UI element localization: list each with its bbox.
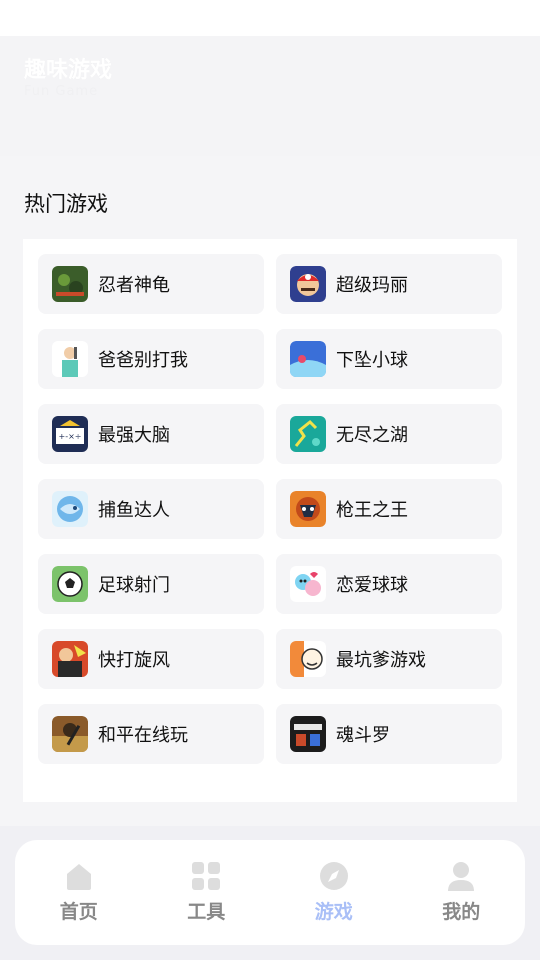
game-name: 恋爱球球 xyxy=(336,575,408,596)
tab-bar: 首页 工具 游戏 我的 xyxy=(15,840,525,945)
game-grid: 忍者神龟 超级玛丽爸爸别打我 下坠小球 +-×÷ 最强大脑 无尽之湖捕鱼达人 枪王之王足球射… xyxy=(38,254,502,764)
tab-tools-grid[interactable]: 工具 xyxy=(156,861,256,924)
game-card[interactable]: 无尽之湖 xyxy=(276,404,502,464)
status-bar xyxy=(0,0,540,36)
game-name: 和平在线玩 xyxy=(98,725,188,746)
banner: 趣味游戏 Fun Game xyxy=(0,36,540,156)
game-panel: 忍者神龟 超级玛丽爸爸别打我 下坠小球 +-×÷ 最强大脑 无尽之湖捕鱼达人 枪王之王足球射… xyxy=(23,239,517,802)
home-icon xyxy=(64,861,94,891)
game-card[interactable]: 足球射门 xyxy=(38,554,264,614)
game-name: 下坠小球 xyxy=(336,350,408,371)
banner-subtitle: Fun Game xyxy=(24,84,99,99)
game-name: 爸爸别打我 xyxy=(98,350,188,371)
game-name: 最坑爹游戏 xyxy=(336,650,426,671)
game-card[interactable]: 和平在线玩 xyxy=(38,704,264,764)
peace-online-icon xyxy=(52,716,88,752)
tab-compass[interactable]: 游戏 xyxy=(284,861,384,924)
tab-label: 首页 xyxy=(59,901,98,923)
game-name: 枪王之王 xyxy=(336,500,408,521)
compass-icon xyxy=(319,861,349,891)
game-card[interactable]: 捕鱼达人 xyxy=(38,479,264,539)
game-name: 超级玛丽 xyxy=(336,275,408,296)
game-name: 捕鱼达人 xyxy=(98,500,170,521)
game-name: 忍者神龟 xyxy=(98,275,170,296)
soccer-shot-icon xyxy=(52,566,88,602)
game-card[interactable]: 枪王之王 xyxy=(276,479,502,539)
tab-user[interactable]: 我的 xyxy=(411,861,511,924)
section-title: 热门游戏 xyxy=(24,192,108,216)
game-name: 最强大脑 xyxy=(98,425,170,446)
gun-king-icon xyxy=(290,491,326,527)
game-card[interactable]: 快打旋风 xyxy=(38,629,264,689)
game-card[interactable]: 忍者神龟 xyxy=(38,254,264,314)
game-card[interactable]: 魂斗罗 xyxy=(276,704,502,764)
tab-label: 工具 xyxy=(187,901,226,923)
tab-label: 游戏 xyxy=(314,901,353,923)
falling-ball-icon xyxy=(290,341,326,377)
final-fight-icon xyxy=(52,641,88,677)
strongest-brain-icon: +-×÷ xyxy=(52,416,88,452)
user-icon xyxy=(446,861,476,891)
game-card[interactable]: 爸爸别打我 xyxy=(38,329,264,389)
banner-title: 趣味游戏 xyxy=(24,58,113,83)
dad-dont-hit-me-icon xyxy=(52,341,88,377)
game-card[interactable]: 超级玛丽 xyxy=(276,254,502,314)
tab-label: 我的 xyxy=(442,901,481,923)
game-name: 魂斗罗 xyxy=(336,725,390,746)
contra-icon xyxy=(290,716,326,752)
tools-grid-icon xyxy=(191,861,221,891)
fishing-master-icon xyxy=(52,491,88,527)
game-name: 无尽之湖 xyxy=(336,425,408,446)
love-ball-icon xyxy=(290,566,326,602)
game-card[interactable]: 最坑爹游戏 xyxy=(276,629,502,689)
svg-text:+-×÷: +-×÷ xyxy=(59,432,82,441)
game-name: 快打旋风 xyxy=(98,650,170,671)
game-name: 足球射门 xyxy=(98,575,170,596)
ninja-turtles-icon xyxy=(52,266,88,302)
troll-game-icon xyxy=(290,641,326,677)
endless-lake-icon xyxy=(290,416,326,452)
game-card[interactable]: 恋爱球球 xyxy=(276,554,502,614)
game-card[interactable]: 下坠小球 xyxy=(276,329,502,389)
super-mario-icon xyxy=(290,266,326,302)
tab-home[interactable]: 首页 xyxy=(29,861,129,924)
game-card[interactable]: +-×÷ 最强大脑 xyxy=(38,404,264,464)
